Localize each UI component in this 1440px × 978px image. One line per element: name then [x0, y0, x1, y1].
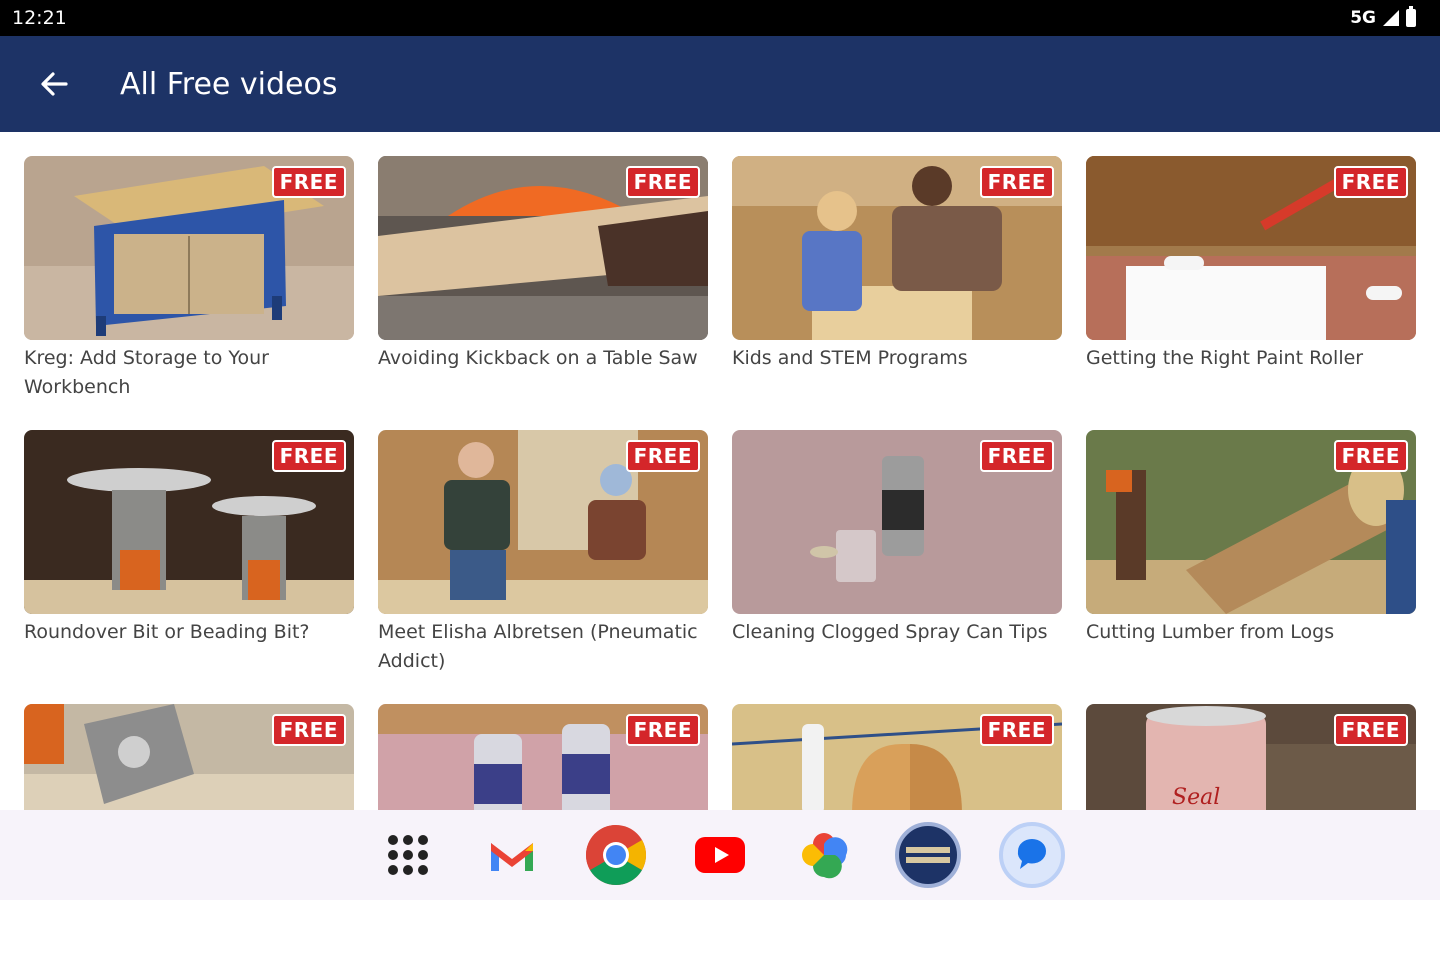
- arrow-left-icon: [41, 72, 68, 96]
- free-badge: FREE: [271, 440, 346, 472]
- free-badge: FREE: [1333, 440, 1408, 472]
- battery-icon: [1406, 6, 1416, 27]
- video-title: Roundover Bit or Beading Bit?: [24, 621, 310, 643]
- video-card[interactable]: FREE Roundover Bit or Beading Bit?: [24, 430, 354, 704]
- signal-icon: [1383, 10, 1399, 26]
- video-title: Cutting Lumber from Logs: [1086, 621, 1335, 643]
- video-card[interactable]: FREE Cutting Lumber from Logs: [1086, 430, 1416, 704]
- dock: [0, 810, 1440, 900]
- video-card[interactable]: FREE Kids and STEM Programs: [732, 156, 1062, 430]
- free-badge: FREE: [979, 166, 1054, 198]
- free-badge: FREE: [271, 166, 346, 198]
- free-badge: FREE: [979, 714, 1054, 746]
- free-badge: FREE: [271, 714, 346, 746]
- status-bar: 12:21 5G: [0, 0, 1440, 36]
- video-thumbnail: FREE: [732, 156, 1062, 340]
- free-badge: FREE: [979, 440, 1054, 472]
- free-badge: FREE: [625, 440, 700, 472]
- video-thumbnail: FREE: [378, 156, 708, 340]
- status-icons: 5G: [1350, 6, 1416, 28]
- video-card[interactable]: FREE Getting the Right Paint Roller: [1086, 156, 1416, 430]
- free-badge: FREE: [1333, 166, 1408, 198]
- video-title: Cleaning Clogged Spray Can Tips: [732, 621, 1048, 643]
- free-badge: FREE: [625, 166, 700, 198]
- woodworking-app-icon[interactable]: [895, 822, 961, 888]
- video-title: Getting the Right Paint Roller: [1086, 347, 1364, 369]
- video-thumbnail: FREE: [378, 430, 708, 614]
- app-drawer-icon[interactable]: [375, 822, 441, 888]
- video-title: Avoiding Kickback on a Table Saw: [378, 347, 698, 369]
- video-card[interactable]: FREE Avoiding Kickback on a Table Saw: [378, 156, 708, 430]
- network-type: 5G: [1350, 8, 1376, 28]
- video-thumbnail: FREE: [1086, 430, 1416, 614]
- page-title: All Free videos: [120, 66, 338, 102]
- video-thumbnail: FREE: [24, 156, 354, 340]
- chrome-icon[interactable]: [583, 822, 649, 888]
- video-title: Meet Elisha Albretsen (Pneumatic Addict): [378, 621, 698, 672]
- video-title: Kreg: Add Storage to Your Workbench: [24, 347, 269, 398]
- video-card[interactable]: FREE Cleaning Clogged Spray Can Tips: [732, 430, 1062, 704]
- video-card[interactable]: FREE Meet Elisha Albretsen (Pneumatic Ad…: [378, 430, 708, 704]
- video-title: Kids and STEM Programs: [732, 347, 968, 369]
- video-card[interactable]: FREE Kreg: Add Storage to Your Workbench: [24, 156, 354, 430]
- video-thumbnail: FREE: [732, 430, 1062, 614]
- messages-icon[interactable]: [999, 822, 1065, 888]
- back-button[interactable]: [26, 56, 82, 112]
- video-thumbnail: FREE: [1086, 156, 1416, 340]
- app-bar: All Free videos: [0, 36, 1440, 132]
- video-thumbnail: FREE: [24, 430, 354, 614]
- free-badge: FREE: [625, 714, 700, 746]
- svg-text:Seal: Seal: [1172, 785, 1220, 810]
- free-badge: FREE: [1333, 714, 1408, 746]
- photos-icon[interactable]: [791, 822, 857, 888]
- status-time: 12:21: [12, 7, 67, 29]
- youtube-icon[interactable]: [687, 822, 753, 888]
- gmail-icon[interactable]: [479, 822, 545, 888]
